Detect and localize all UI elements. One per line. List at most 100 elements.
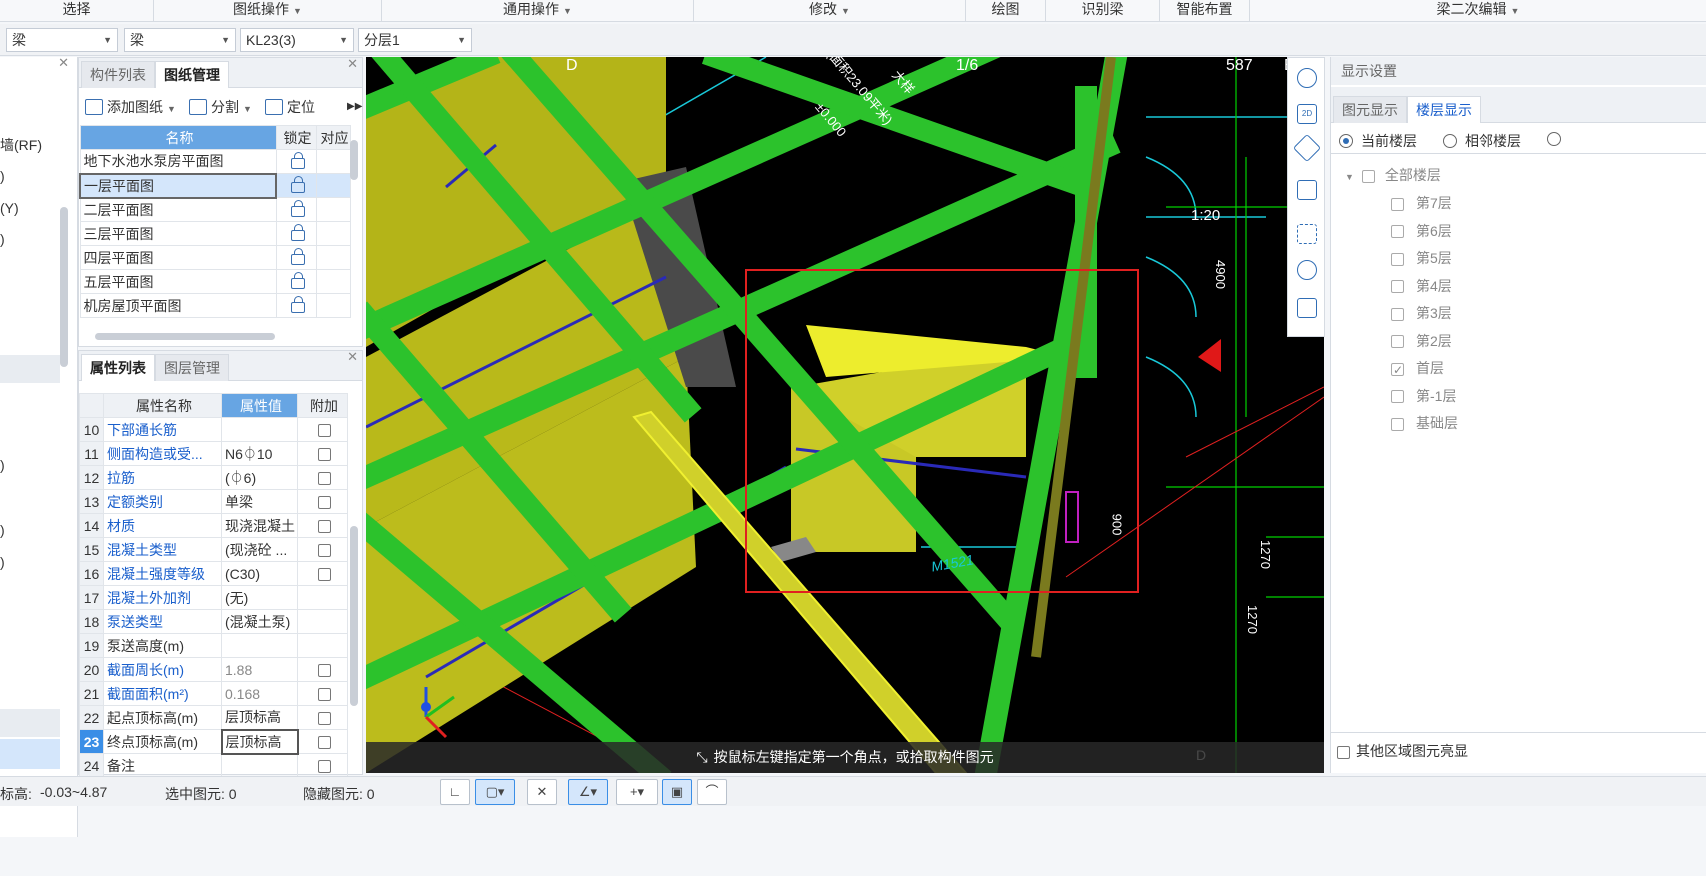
table-row[interactable]: 五层平面图	[79, 269, 351, 294]
ribbon-general-ops[interactable]: 通用操作 ▼	[382, 0, 694, 22]
floor-row[interactable]: 第7层	[1391, 193, 1452, 213]
floor-checkbox[interactable]	[1391, 225, 1404, 239]
tab-component-list[interactable]: 构件列表	[81, 61, 155, 88]
highlight-checkbox[interactable]	[1337, 745, 1350, 759]
arc-icon[interactable]: ⌒	[697, 779, 727, 805]
snap-icon[interactable]: ▢▾	[475, 779, 515, 805]
extra-checkbox[interactable]	[317, 520, 331, 534]
property-value[interactable]: 层顶标高	[220, 728, 299, 755]
close-icon[interactable]: ✕	[347, 349, 358, 365]
property-value[interactable]: 层顶标高	[221, 705, 298, 730]
split-button[interactable]: 分割 ▼	[189, 96, 252, 118]
3d-viewport[interactable]: D 1/6 587 E 1:20 4900 900 1270 1270 M152…	[366, 57, 1324, 773]
floor-checkbox[interactable]	[1391, 335, 1404, 349]
extra-checkbox[interactable]	[317, 688, 331, 702]
angle-icon[interactable]: ∠▾	[568, 779, 608, 805]
lock-icon[interactable]	[290, 295, 305, 313]
nav-item[interactable]: )	[0, 554, 5, 570]
view-3d-icon[interactable]	[1292, 133, 1322, 163]
column-name[interactable]: 名称	[79, 125, 277, 150]
layer-select[interactable]: 分层1 ▼	[358, 28, 472, 52]
property-value[interactable]	[221, 753, 298, 778]
extra-checkbox[interactable]	[317, 760, 331, 774]
table-row[interactable]: 23 终点顶标高(m) 层顶标高	[79, 728, 348, 755]
column-prop-name[interactable]: 属性名称	[103, 393, 222, 418]
ortho-icon[interactable]: ∟	[440, 779, 470, 805]
nav-item[interactable]: )	[0, 457, 5, 473]
floor-checkbox[interactable]: ✓	[1391, 362, 1404, 377]
type-select-2[interactable]: 梁 ▼	[124, 28, 236, 52]
table-row[interactable]: 16 混凝土强度等级 (C30)	[79, 561, 348, 586]
floor-row[interactable]: 第2层	[1391, 331, 1452, 351]
floor-row[interactable]: ✓ 首层	[1391, 358, 1444, 378]
scrollbar[interactable]	[350, 140, 358, 180]
view-2d-icon[interactable]: 2D	[1297, 104, 1317, 124]
table-row[interactable]: 20 截面周长(m) 1.88	[79, 657, 348, 682]
add-drawing-button[interactable]: 添加图纸 ▼	[85, 96, 176, 118]
tab-layer-management[interactable]: 图层管理	[155, 354, 229, 381]
orbit-icon[interactable]	[1297, 68, 1317, 88]
nav-item-highlight[interactable]	[0, 709, 60, 737]
nav-item-highlight[interactable]	[0, 355, 60, 383]
column-extra[interactable]: 附加	[297, 393, 348, 418]
table-row[interactable]: 15 混凝土类型 (现浇砼 ...	[79, 537, 348, 562]
dynamic-input-icon[interactable]: ▣	[662, 779, 692, 805]
insert-point-icon[interactable]: +▾	[616, 779, 658, 805]
all-floors-checkbox[interactable]	[1361, 169, 1375, 183]
table-row[interactable]: 机房屋顶平面图	[79, 293, 351, 318]
nav-item-selected[interactable]	[0, 739, 60, 769]
property-value[interactable]: (C30)	[221, 561, 298, 586]
table-row[interactable]: 17 混凝土外加剂 (无)	[79, 585, 348, 610]
property-value[interactable]: 1.88	[221, 657, 298, 682]
nav-item[interactable]: 墙(RF)	[0, 135, 42, 155]
extra-checkbox[interactable]	[317, 472, 331, 486]
extra-checkbox[interactable]	[317, 712, 331, 726]
extra-checkbox[interactable]	[317, 424, 331, 438]
table-row[interactable]: 14 材质 现浇混凝土	[79, 513, 348, 538]
tab-floor-display[interactable]: 楼层显示	[1407, 96, 1481, 123]
ribbon-smart-layout[interactable]: 智能布置	[1160, 0, 1250, 22]
ribbon-identify-beam[interactable]: 识别梁	[1046, 0, 1160, 22]
component-select[interactable]: KL23(3) ▼	[240, 28, 354, 52]
lock-icon[interactable]	[290, 223, 305, 241]
floor-row[interactable]: 第-1层	[1391, 386, 1456, 406]
table-row[interactable]: 地下水池水泵房平面图	[79, 149, 351, 174]
cube-icon[interactable]	[1297, 180, 1317, 200]
collapse-icon[interactable]: ▼	[1345, 172, 1354, 182]
floor-checkbox[interactable]	[1391, 197, 1404, 211]
tab-drawing-management[interactable]: 图纸管理	[155, 61, 229, 88]
radio-adjacent-floor[interactable]: 相邻楼层	[1443, 131, 1521, 151]
property-value[interactable]: (混凝土泵)	[221, 609, 298, 634]
extra-checkbox[interactable]	[317, 448, 331, 462]
radio-other[interactable]	[1547, 131, 1569, 147]
table-row[interactable]: 11 侧面构造或受... N6⏀10	[79, 441, 348, 466]
all-floors-row[interactable]: ▼ 全部楼层	[1345, 165, 1441, 185]
lock-icon[interactable]	[290, 199, 305, 217]
local-3d-icon[interactable]	[1297, 260, 1317, 280]
cross-icon[interactable]: ✕	[527, 779, 557, 805]
model-view[interactable]	[366, 57, 1324, 773]
close-icon[interactable]: ✕	[58, 55, 69, 71]
property-value[interactable]	[221, 417, 298, 442]
scrollbar[interactable]	[350, 526, 358, 706]
highlight-others-row[interactable]: 其他区域图元亮显	[1337, 741, 1468, 761]
table-row[interactable]: 三层平面图	[79, 221, 351, 246]
floor-checkbox[interactable]	[1391, 280, 1404, 294]
floor-checkbox[interactable]	[1391, 252, 1404, 266]
property-value[interactable]: (无)	[221, 585, 298, 610]
property-value[interactable]	[221, 633, 298, 658]
floor-row[interactable]: 第3层	[1391, 303, 1452, 323]
property-value[interactable]: (⏀6)	[221, 465, 298, 490]
fit-view-icon[interactable]	[1297, 224, 1317, 244]
table-row[interactable]: 19 泵送高度(m)	[79, 633, 348, 658]
locate-button[interactable]: 定位	[265, 96, 315, 118]
table-row[interactable]: 10 下部通长筋	[79, 417, 348, 442]
ribbon-modify[interactable]: 修改 ▼	[694, 0, 966, 22]
table-row[interactable]: 24 备注	[79, 753, 348, 778]
close-icon[interactable]: ✕	[347, 56, 358, 72]
column-lock[interactable]: 锁定	[275, 125, 317, 150]
floor-checkbox[interactable]	[1391, 307, 1404, 321]
table-row[interactable]: 21 截面面积(m²) 0.168	[79, 681, 348, 706]
nav-item[interactable]: )	[0, 522, 5, 538]
floor-row[interactable]: 第6层	[1391, 221, 1452, 241]
